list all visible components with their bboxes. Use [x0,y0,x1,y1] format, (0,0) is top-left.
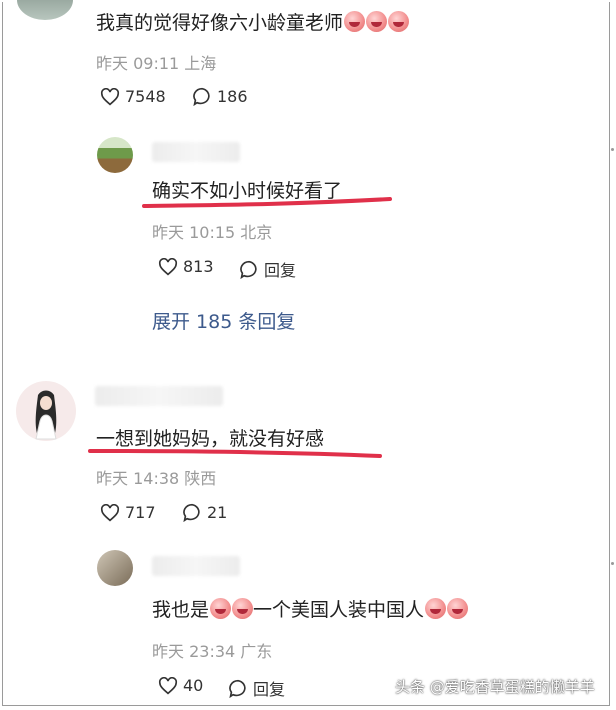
avatar[interactable] [16,381,76,441]
reply-count: 186 [217,87,248,106]
reply-button[interactable]: 21 [182,503,227,522]
avatar[interactable] [97,550,133,586]
crying-emoji-icon [447,598,469,619]
reply-text-b: 一个美国人装中国人 [253,599,425,621]
like-button[interactable]: 7548 [100,87,166,106]
like-count: 813 [183,257,214,276]
avatar[interactable] [97,137,133,173]
red-underline [142,197,392,208]
comment-meta: 昨天 14:38 陕西 [96,469,217,488]
comment-bubble-icon [229,679,246,698]
comment-meta: 昨天 09:11 上海 [96,54,217,73]
like-count: 40 [183,676,204,695]
reply-meta: 昨天 23:34 广东 [152,642,273,661]
reply-count: 21 [207,503,228,522]
like-button[interactable]: 40 [158,676,203,695]
crying-emoji-icon [388,11,410,32]
heart-icon [100,87,120,105]
watermark: 头条 @爱吃香草蛋糕的懒羊羊 [395,678,595,696]
comment-text-label: 我真的觉得好像六小龄童老师 [96,12,344,34]
comment-text: 我真的觉得好像六小龄童老师 [96,8,410,35]
avatar-illustration [35,390,57,440]
reply-text-a: 我也是 [152,599,210,621]
crying-emoji-icon [344,11,366,32]
username-blurred [95,386,223,406]
comment-bubble-icon [183,503,200,522]
reply-label: 回复 [264,261,297,280]
heart-icon [158,676,178,694]
like-count: 717 [125,503,156,522]
reply-label: 回复 [253,680,286,699]
more-dots [611,562,614,565]
crying-emoji-icon [210,598,232,619]
reply-button[interactable]: 186 [192,87,248,106]
like-button[interactable]: 813 [158,257,214,276]
comment-bubble-icon [240,260,257,279]
more-dots [611,148,614,151]
username-blurred [152,142,240,162]
crying-emoji-icon [232,598,254,619]
reply-button[interactable]: 回复 [228,676,285,700]
reply-text: 我也是 一个美国人装中国人 [152,595,469,622]
reply-meta: 昨天 10:15 北京 [152,223,273,242]
username-blurred [152,556,240,576]
crying-emoji-icon [425,598,447,619]
heart-icon [158,257,178,275]
red-underline [88,449,382,458]
comment-bubble-icon [193,87,210,106]
heart-icon [100,503,120,521]
like-button[interactable]: 717 [100,503,156,522]
reply-button[interactable]: 回复 [239,257,296,281]
crying-emoji-icon [366,11,388,32]
like-count: 7548 [125,87,166,106]
expand-replies-link[interactable]: 展开 185 条回复 [152,307,295,334]
